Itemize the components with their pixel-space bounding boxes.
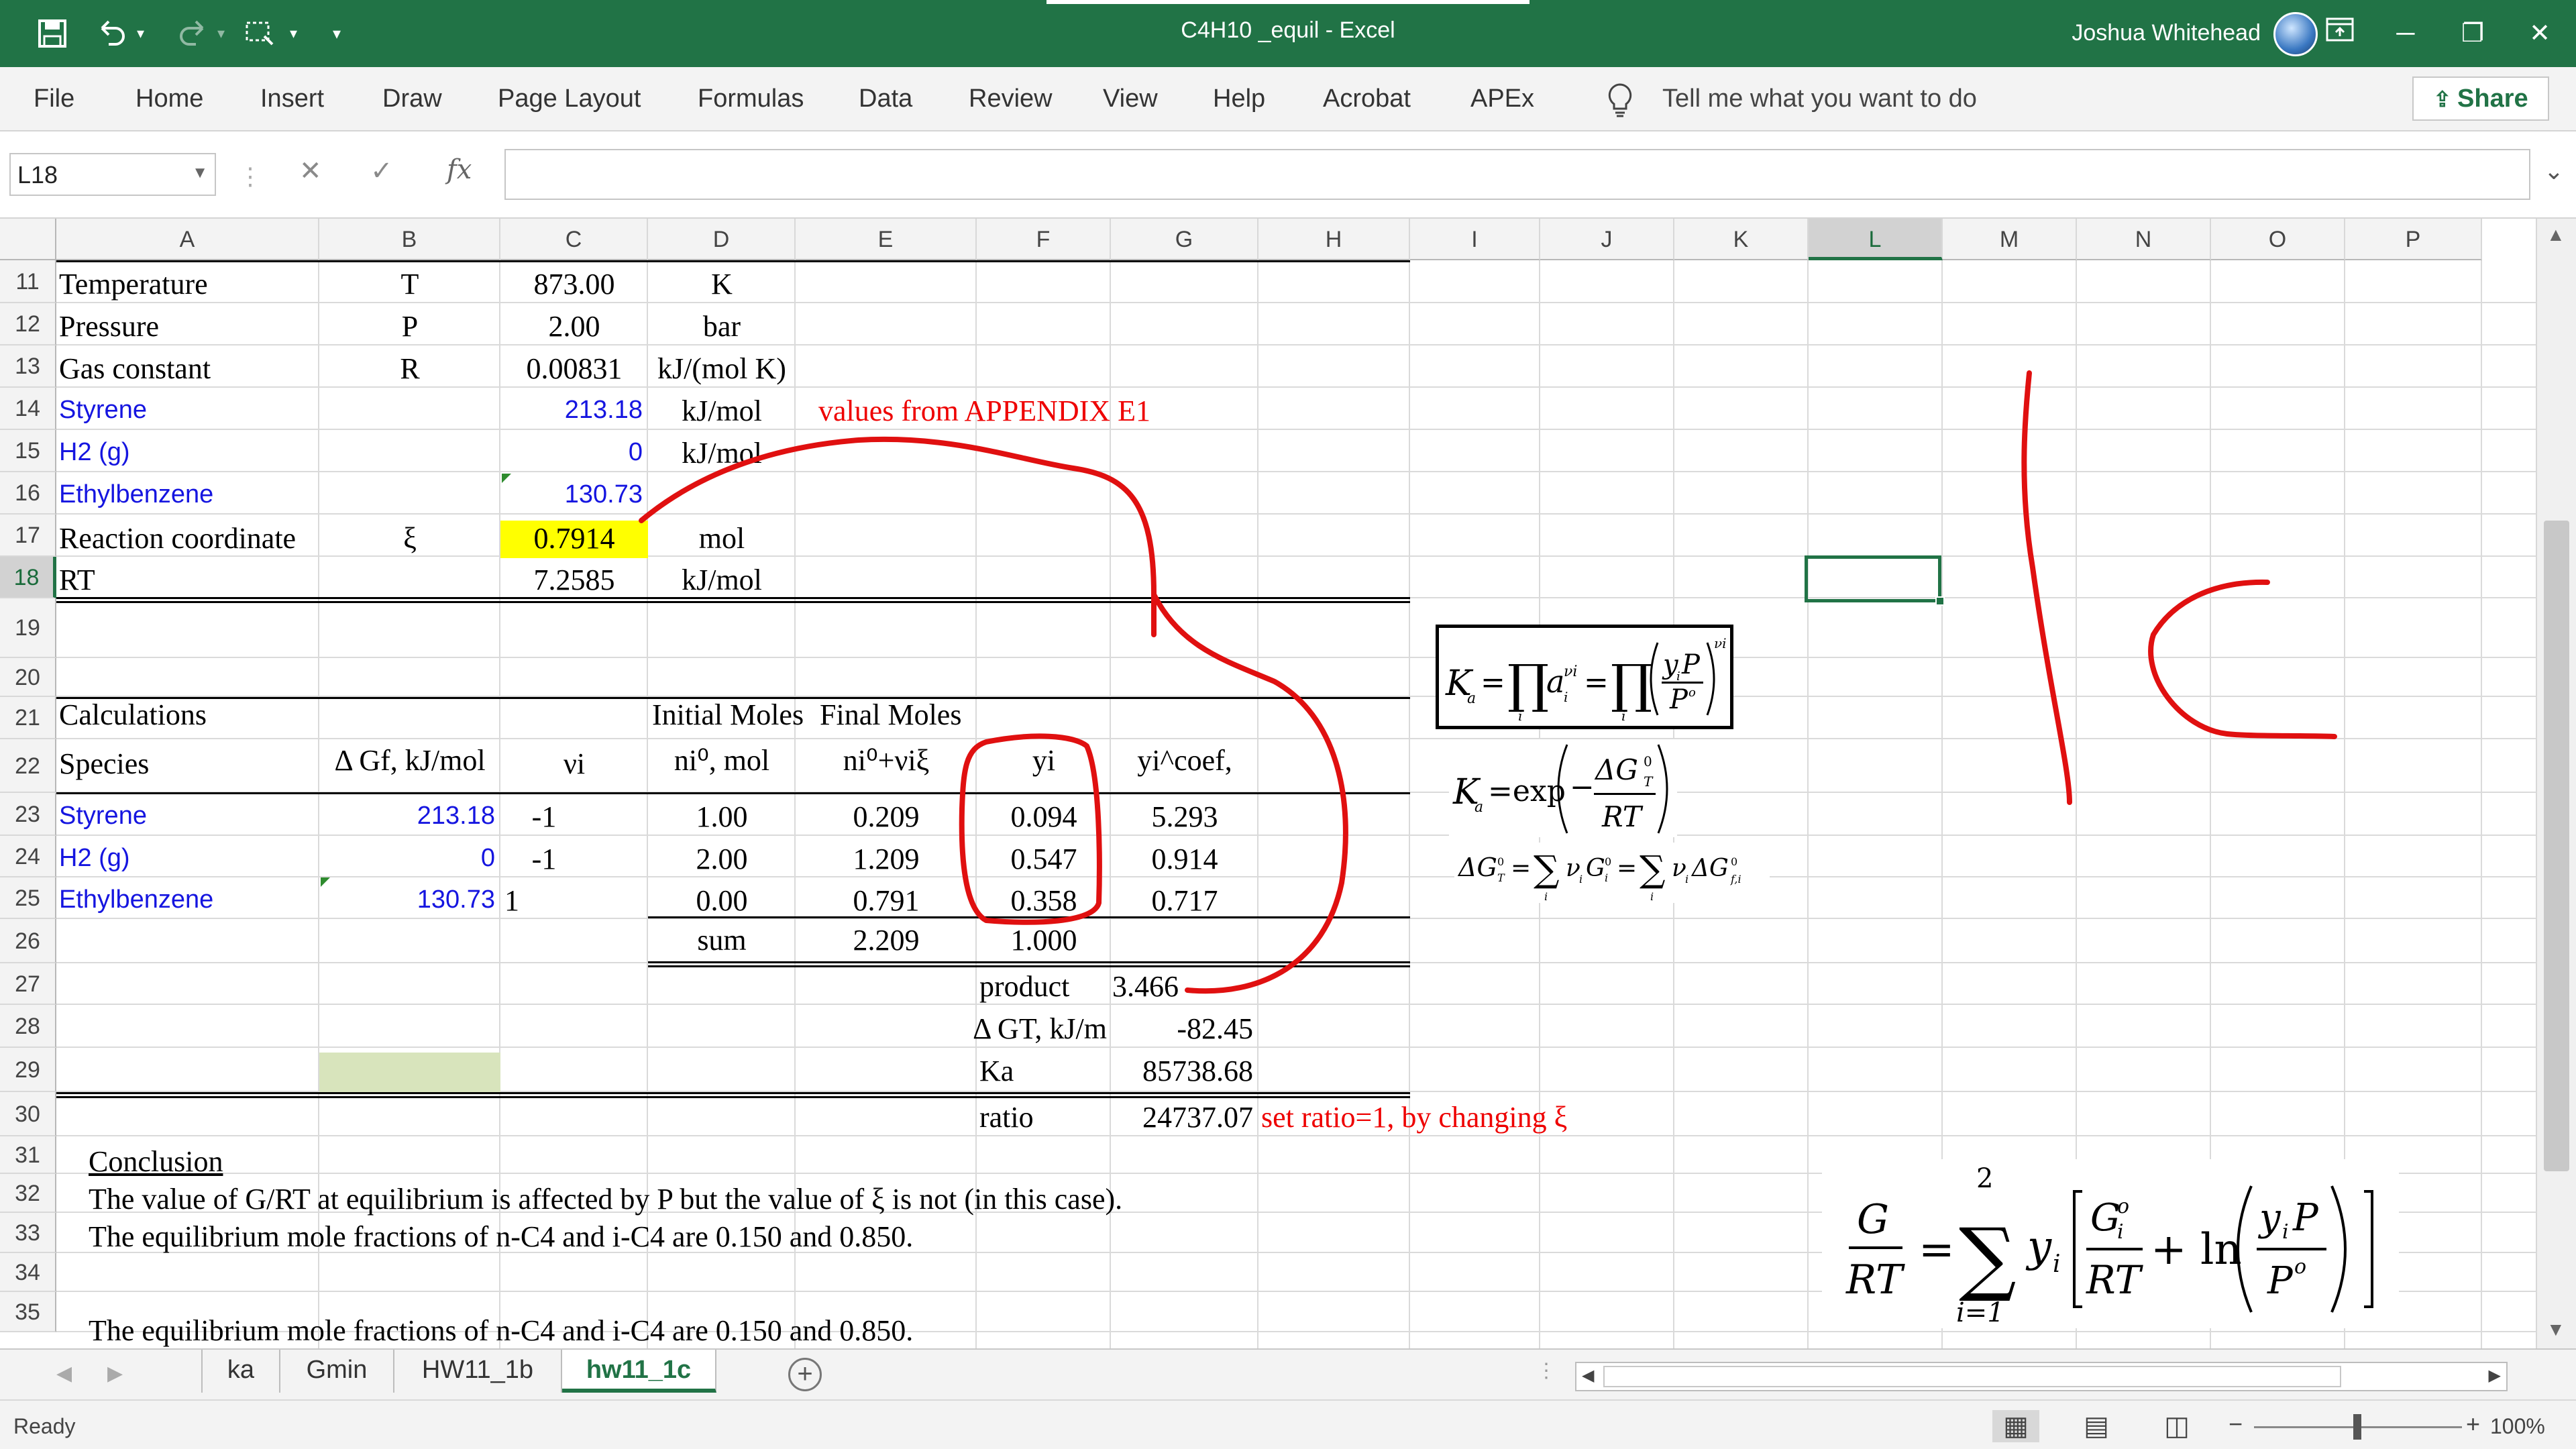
- hscroll-thumb[interactable]: [1603, 1366, 2341, 1387]
- sheet-tab-hw11-1b[interactable]: HW11_1b: [394, 1350, 562, 1393]
- tab-view[interactable]: View: [1103, 85, 1158, 113]
- tab-file[interactable]: File: [34, 85, 74, 113]
- sheet-prev-icon[interactable]: ◀: [56, 1362, 72, 1385]
- normal-view-icon[interactable]: ▦: [1992, 1410, 2039, 1442]
- formula-bar: L18 ▼ ⋮ ✕ ✓ fx ⌄: [0, 131, 2576, 219]
- name-box-value: L18: [17, 161, 58, 189]
- scroll-right-icon[interactable]: ▶: [2489, 1366, 2501, 1385]
- horizontal-scrollbar[interactable]: ◀ ▶: [1575, 1362, 2508, 1391]
- sheet-tab-bar: ◀ ▶ ka Gmin HW11_1b hw11_1c + ⋮ ◀ ▶: [0, 1348, 2576, 1399]
- tab-data[interactable]: Data: [859, 85, 912, 113]
- ink-yi-circle: [959, 733, 1102, 925]
- tab-review[interactable]: Review: [969, 85, 1053, 113]
- scroll-up-icon[interactable]: ▲: [2546, 224, 2565, 246]
- ink-vertical-stroke: [2021, 370, 2072, 805]
- tab-acrobat[interactable]: Acrobat: [1323, 85, 1411, 113]
- ribbon-display-options-icon[interactable]: [2320, 16, 2360, 51]
- user-name[interactable]: Joshua Whitehead: [2072, 20, 2261, 46]
- sheet-tab-gmin[interactable]: Gmin: [280, 1350, 394, 1393]
- avatar[interactable]: [2273, 12, 2318, 56]
- share-button[interactable]: ⇪ Share: [2412, 76, 2549, 121]
- zoom-level[interactable]: 100%: [2490, 1414, 2545, 1439]
- tab-splitter-icon[interactable]: ⋮: [1536, 1359, 1556, 1383]
- active-window-indicator: [1046, 0, 1529, 4]
- ink-arrow-stroke: [639, 436, 1348, 994]
- ribbon-tabs: File Home Insert Draw Page Layout Formul…: [0, 67, 2576, 131]
- title-bar: ▾ ▾ ▾ ▾ C4H10 _equil - Excel Joshua Whit…: [0, 0, 2576, 67]
- tab-help[interactable]: Help: [1213, 85, 1265, 113]
- restore-icon[interactable]: ❐: [2453, 16, 2493, 51]
- scroll-thumb[interactable]: [2544, 521, 2569, 1171]
- lightbulb-icon: [1603, 82, 1637, 118]
- page-break-view-icon[interactable]: ◫: [2153, 1410, 2200, 1442]
- sheet-next-icon[interactable]: ▶: [107, 1362, 123, 1385]
- page-layout-view-icon[interactable]: ▤: [2073, 1410, 2120, 1442]
- status-ready: Ready: [13, 1414, 76, 1438]
- minimize-icon[interactable]: ─: [2385, 16, 2426, 51]
- chevron-down-icon[interactable]: ▼: [192, 164, 208, 182]
- insert-function-icon[interactable]: fx: [447, 154, 472, 185]
- close-icon[interactable]: ✕: [2520, 16, 2560, 51]
- tab-insert[interactable]: Insert: [260, 85, 324, 113]
- formula-input[interactable]: [504, 149, 2530, 200]
- worksheet-grid[interactable]: ABCDEFGHIJKLMNOP 11 12 13 14 15 16 17 18 19 20 21 2…: [0, 219, 2536, 1348]
- add-sheet-button[interactable]: +: [788, 1358, 822, 1391]
- name-box[interactable]: L18 ▼: [9, 153, 216, 196]
- zoom-in-icon[interactable]: +: [2466, 1410, 2480, 1438]
- expand-formula-bar-icon[interactable]: ⌄: [2544, 157, 2564, 185]
- vertical-scrollbar[interactable]: ▲ ▼: [2536, 219, 2576, 1348]
- ink-c-stroke: [2148, 579, 2337, 739]
- tab-home[interactable]: Home: [136, 85, 203, 113]
- tell-me-search[interactable]: Tell me what you want to do: [1662, 85, 1977, 113]
- scroll-down-icon[interactable]: ▼: [2546, 1319, 2565, 1340]
- sheet-tab-ka[interactable]: ka: [201, 1350, 280, 1393]
- zoom-out-icon[interactable]: −: [2229, 1410, 2243, 1438]
- enter-icon[interactable]: ✓: [370, 156, 393, 186]
- scroll-left-icon[interactable]: ◀: [1582, 1366, 1594, 1385]
- status-bar: Ready ▦ ▤ ◫ − + 100%: [0, 1399, 2576, 1449]
- zoom-slider-knob[interactable]: [2353, 1414, 2361, 1440]
- sheet-tab-hw11-1c[interactable]: hw11_1c: [562, 1350, 716, 1393]
- tab-draw[interactable]: Draw: [382, 85, 442, 113]
- tab-apex[interactable]: APEx: [1470, 85, 1534, 113]
- tab-formulas[interactable]: Formulas: [698, 85, 804, 113]
- share-icon: ⇪: [2433, 87, 2458, 111]
- cancel-icon[interactable]: ✕: [299, 156, 322, 186]
- tab-page-layout[interactable]: Page Layout: [498, 85, 641, 113]
- share-label: Share: [2457, 85, 2528, 113]
- ink-annotations[interactable]: [0, 219, 2536, 1348]
- formula-bar-splitter-icon[interactable]: ⋮: [238, 162, 262, 191]
